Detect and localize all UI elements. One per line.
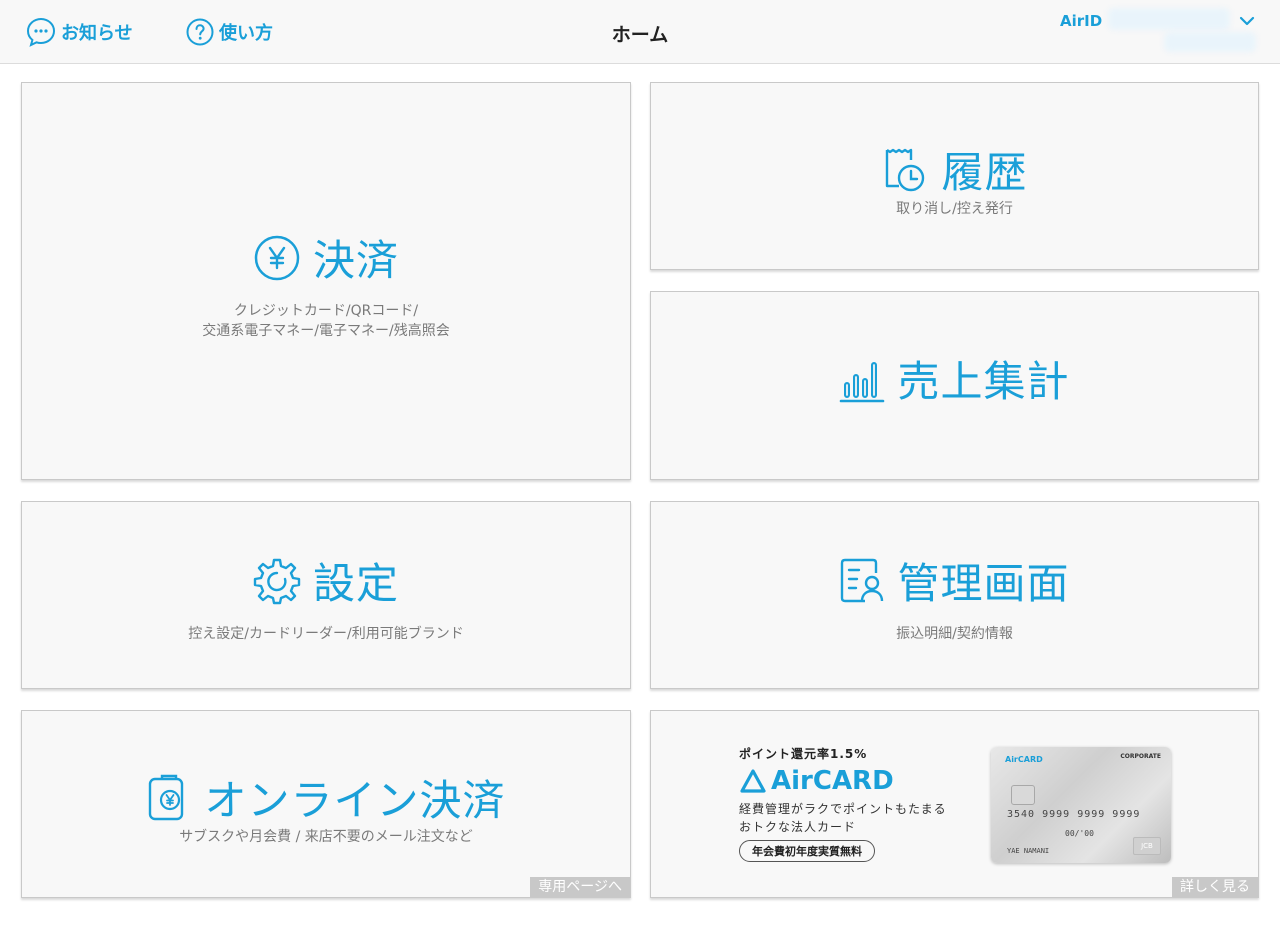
payment-title: 決済 — [312, 236, 399, 285]
page-title: ホーム — [611, 24, 669, 46]
history-subtitle: 取り消し/控え発行 — [896, 201, 1013, 217]
aircard-desc-line2: おトクな法人カード — [739, 820, 857, 834]
notice-button[interactable]: お知らせ — [25, 16, 133, 48]
history-card[interactable]: 履歴 取り消し/控え発行 — [650, 82, 1259, 270]
admin-subtitle: 振込明細/契約情報 — [896, 626, 1013, 642]
payment-card[interactable]: 決済 クレジットカード/QRコード/ 交通系電子マネー/電子マネー/残高照会 — [21, 82, 631, 480]
aircard-description: 経費管理がラクでポイントもたまる おトクな法人カード — [739, 800, 979, 836]
aircard-promo-card[interactable]: ポイント還元率1.5% AirCARD 経費管理がラクでポイントもたまる おトク… — [650, 710, 1259, 898]
card-chip — [1011, 785, 1035, 805]
airid-label: AirID — [1060, 12, 1103, 30]
id-card-person-icon — [841, 558, 884, 602]
aircard-logo-text: AirCARD — [771, 766, 894, 796]
gear-icon — [253, 558, 301, 604]
card-corporate-text: CORPORATE — [1120, 753, 1161, 760]
aircard-logo: AirCARD — [739, 766, 979, 796]
account-store-redacted — [1164, 32, 1256, 52]
online-payment-subtitle: サブスクや月会費 / 来店不要のメール注文など — [179, 829, 473, 845]
speech-bubble-icon — [26, 17, 56, 47]
history-title: 履歴 — [941, 148, 1028, 197]
help-button[interactable]: 使い方 — [185, 16, 273, 48]
question-circle-icon — [186, 18, 214, 46]
account-name-redacted — [1108, 8, 1230, 30]
aircard-promo-text: ポイント還元率1.5% AirCARD 経費管理がラクでポイントもたまる おトク… — [739, 745, 979, 862]
card-expiry: 00/'00 — [1065, 829, 1094, 838]
payment-subtitle: クレジットカード/QRコード/ 交通系電子マネー/電子マネー/残高照会 — [22, 301, 630, 341]
sales-card[interactable]: 売上集計 — [650, 291, 1259, 480]
card-number: 3540 9999 9999 9999 — [1007, 809, 1141, 820]
online-payment-title: オンライン決済 — [204, 776, 506, 825]
aircard-rate: ポイント還元率1.5% — [739, 747, 868, 761]
online-payment-link[interactable]: 専用ページへ — [530, 877, 630, 897]
aircard-desc-line1: 経費管理がラクでポイントもたまる — [739, 802, 947, 816]
payment-subtitle-line2: 交通系電子マネー/電子マネー/残高照会 — [202, 323, 450, 339]
aircard-fee-badge: 年会費初年度実質無料 — [739, 840, 875, 862]
payment-subtitle-line1: クレジットカード/QRコード/ — [233, 303, 419, 319]
bar-chart-icon — [840, 361, 885, 402]
receipt-clock-icon — [886, 148, 925, 191]
admin-title: 管理画面 — [897, 559, 1070, 608]
phone-yen-icon — [149, 774, 184, 820]
chevron-down-icon[interactable] — [1238, 12, 1256, 30]
help-label: 使い方 — [219, 23, 273, 44]
settings-card[interactable]: 設定 控え設定/カードリーダー/利用可能ブランド — [21, 501, 631, 689]
aircard-details-link[interactable]: 詳しく見る — [1172, 877, 1258, 897]
admin-card[interactable]: 管理画面 振込明細/契約情報 — [650, 501, 1259, 689]
yen-circle-icon — [254, 235, 300, 280]
card-holder-name: YAE NAMANI — [1007, 847, 1050, 855]
settings-subtitle: 控え設定/カードリーダー/利用可能ブランド — [188, 626, 464, 642]
aircard-triangle-icon — [740, 769, 766, 793]
account-menu[interactable]: AirID — [1060, 6, 1270, 58]
aircard-card-image: AirCARD CORPORATE 3540 9999 9999 9999 00… — [991, 747, 1171, 863]
online-payment-card[interactable]: オンライン決済 サブスクや月会費 / 来店不要のメール注文など 専用ページへ — [21, 710, 631, 898]
card-brand-text: AirCARD — [1005, 755, 1043, 764]
header-bar: お知らせ 使い方 ホーム AirID — [0, 0, 1280, 64]
settings-title: 設定 — [312, 559, 399, 608]
notice-label: お知らせ — [61, 23, 133, 44]
sales-title: 売上集計 — [897, 357, 1070, 406]
card-jcb-logo: JCB — [1133, 837, 1161, 855]
